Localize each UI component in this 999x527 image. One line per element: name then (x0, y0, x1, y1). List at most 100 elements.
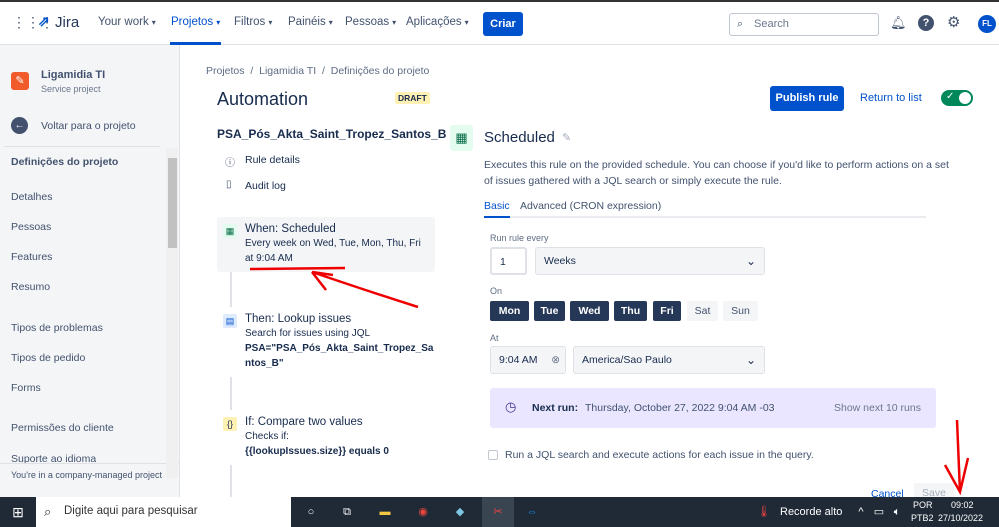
chevron-down-icon: ▾ (464, 18, 469, 27)
step-title: Then: Lookup issues (245, 313, 352, 325)
nav-filtros[interactable]: Filtros ▾ (234, 16, 272, 28)
rule-details-link[interactable]: Rule details (245, 154, 300, 166)
breadcrumb-projetos[interactable]: Projetos (206, 65, 245, 77)
sidebar-item-forms[interactable]: Forms (11, 382, 41, 394)
day-toggle-wed[interactable]: Wed (570, 301, 609, 321)
step-desc: {{lookupIssues.size}} equals 0 (245, 446, 389, 457)
nav-paineis[interactable]: Painéis ▾ (288, 16, 333, 28)
windows-start-icon[interactable]: ⊞ (8, 497, 28, 527)
time-input[interactable]: 9:04 AM ⊗ (490, 346, 566, 374)
jql-checkbox[interactable] (488, 450, 498, 460)
chevron-down-icon: ▾ (268, 18, 273, 27)
edit-pencil-icon[interactable]: ✎ (562, 131, 571, 144)
rule-step-condition[interactable]: {} If: Compare two values Checks if: {{l… (217, 410, 435, 465)
chevron-down-icon: ▾ (216, 18, 221, 27)
cortana-icon[interactable]: ○ (302, 497, 320, 527)
breadcrumb-project[interactable]: Ligamidia TI (259, 65, 316, 77)
notifications-icon[interactable]: 🔔︎ (890, 15, 907, 31)
lookup-icon: ▤ (223, 314, 237, 328)
day-toggle-sat[interactable]: Sat (687, 301, 718, 321)
file-explorer-icon[interactable]: ▬ (375, 497, 395, 527)
tab-advanced[interactable]: Advanced (CRON expression) (520, 200, 661, 212)
sidebar-item-resumo[interactable]: Resumo (11, 281, 50, 293)
breadcrumb-settings[interactable]: Definições do projeto (331, 65, 430, 77)
thermometer-icon: 🌡︎ (757, 506, 771, 518)
timezone-value: America/Sao Paulo (582, 354, 672, 366)
jira-logo[interactable]: Jira (55, 14, 79, 31)
step-title: If: Compare two values (245, 416, 363, 428)
nav-pessoas[interactable]: Pessoas ▾ (345, 16, 396, 28)
back-to-project-link[interactable]: Voltar para o projeto (41, 120, 136, 132)
nav-label: Your work (98, 16, 149, 28)
chevron-down-icon: ▾ (392, 18, 397, 27)
chevron-up-icon[interactable]: ^ (855, 497, 867, 527)
rule-step-action[interactable]: ▤ Then: Lookup issues Search for issues … (217, 307, 435, 377)
clock-date[interactable]: 27/10/2022 (938, 513, 983, 523)
settings-gear-icon[interactable]: ⚙ (947, 13, 960, 31)
nav-projetos[interactable]: Projetos ▾ (171, 16, 220, 28)
show-next-runs-link[interactable]: Show next 10 runs (834, 402, 921, 414)
day-toggle-tue[interactable]: Tue (534, 301, 565, 321)
timezone-select[interactable]: America/Sao Paulo ⌄ (573, 346, 765, 374)
lang-code[interactable]: POR (913, 500, 933, 510)
sidebar-scrollbar-thumb[interactable] (168, 158, 177, 248)
weather-text[interactable]: Recorde alto (780, 497, 842, 527)
period-value: Weeks (544, 255, 576, 267)
taskbar-search-placeholder: Digite aqui para pesquisar (64, 505, 198, 517)
tab-basic[interactable]: Basic (484, 200, 510, 218)
calendar-icon: ▦ (450, 125, 473, 151)
sidebar-footer (0, 463, 179, 497)
jira-logo-icon[interactable]: ⇗ (38, 13, 50, 30)
nav-aplicacoes[interactable]: Aplicações ▾ (406, 16, 469, 28)
toggle-knob (959, 92, 971, 104)
sidebar-item-permissoes[interactable]: Permissões do cliente (11, 422, 114, 434)
day-toggle-sun[interactable]: Sun (723, 301, 758, 321)
jql-checkbox-label: Run a JQL search and execute actions for… (505, 449, 814, 461)
avatar[interactable]: FL (978, 15, 996, 33)
chevron-down-icon: ⌄ (745, 353, 756, 367)
volume-icon[interactable]: 🔈︎ (890, 497, 904, 527)
nav-label: Projetos (171, 16, 214, 28)
day-toggle-fri[interactable]: Fri (653, 301, 681, 321)
sidebar-item-features[interactable]: Features (11, 251, 52, 263)
publish-rule-button[interactable]: Publish rule (770, 86, 844, 111)
clear-icon[interactable]: ⊗ (551, 347, 560, 373)
divider (4, 146, 160, 147)
rule-enabled-toggle[interactable]: ✓ (941, 90, 973, 106)
sidebar-item-detalhes[interactable]: Detalhes (11, 191, 52, 203)
info-icon: ⓘ (225, 158, 235, 169)
step-desc: Search for issues using JQL (245, 328, 371, 339)
calendar-icon: ▦ (223, 224, 237, 238)
day-toggle-thu[interactable]: Thu (614, 301, 647, 321)
day-toggle-mon[interactable]: Mon (490, 301, 529, 321)
sidebar-item-idioma[interactable]: Suporte ao idioma (11, 453, 96, 463)
component-description: Executes this rule on the provided sched… (484, 159, 949, 187)
sidebar-item-pessoas[interactable]: Pessoas (11, 221, 51, 233)
run-every-input[interactable]: 1 (490, 247, 527, 275)
task-view-icon[interactable]: ⧉ (338, 497, 356, 527)
chrome-icon[interactable]: ◉ (413, 497, 433, 527)
period-select[interactable]: Weeks ⌄ (535, 247, 765, 275)
keyboard-layout[interactable]: PTB2 (911, 513, 934, 523)
back-arrow-icon[interactable]: ← (11, 117, 28, 134)
company-managed-note: You're in a company-managed project (11, 470, 162, 480)
snipping-tool-icon[interactable]: ✂ (482, 497, 514, 527)
step-desc: PSA="PSA_Pós_Akta_Saint_Tropez_Sa (245, 343, 434, 354)
teamviewer-icon[interactable]: ⇔ (522, 497, 542, 527)
return-to-list-link[interactable]: Return to list (860, 92, 922, 104)
taskbar-search[interactable]: ⌕ Digite aqui para pesquisar (36, 497, 291, 527)
time-value: 9:04 AM (499, 354, 538, 366)
sidebar-item-tipos-problemas[interactable]: Tipos de problemas (11, 322, 103, 334)
project-type: Service project (41, 84, 101, 94)
rule-step-trigger[interactable]: ▦ When: Scheduled Every week on Wed, Tue… (217, 217, 435, 272)
clock-time[interactable]: 09:02 (951, 500, 974, 510)
create-button[interactable]: Criar (483, 12, 523, 36)
nav-your-work[interactable]: Your work ▾ (98, 16, 156, 28)
app-icon[interactable]: ◆ (450, 497, 470, 527)
help-icon[interactable]: ? (918, 15, 934, 31)
search-input[interactable]: ⌕ Search (729, 13, 879, 36)
audit-log-link[interactable]: Audit log (245, 180, 286, 192)
project-sidebar: ✎ Ligamidia TI Service project ← Voltar … (0, 45, 180, 497)
network-icon[interactable]: ▭ (872, 497, 886, 527)
sidebar-item-tipos-pedido[interactable]: Tipos de pedido (11, 352, 85, 364)
